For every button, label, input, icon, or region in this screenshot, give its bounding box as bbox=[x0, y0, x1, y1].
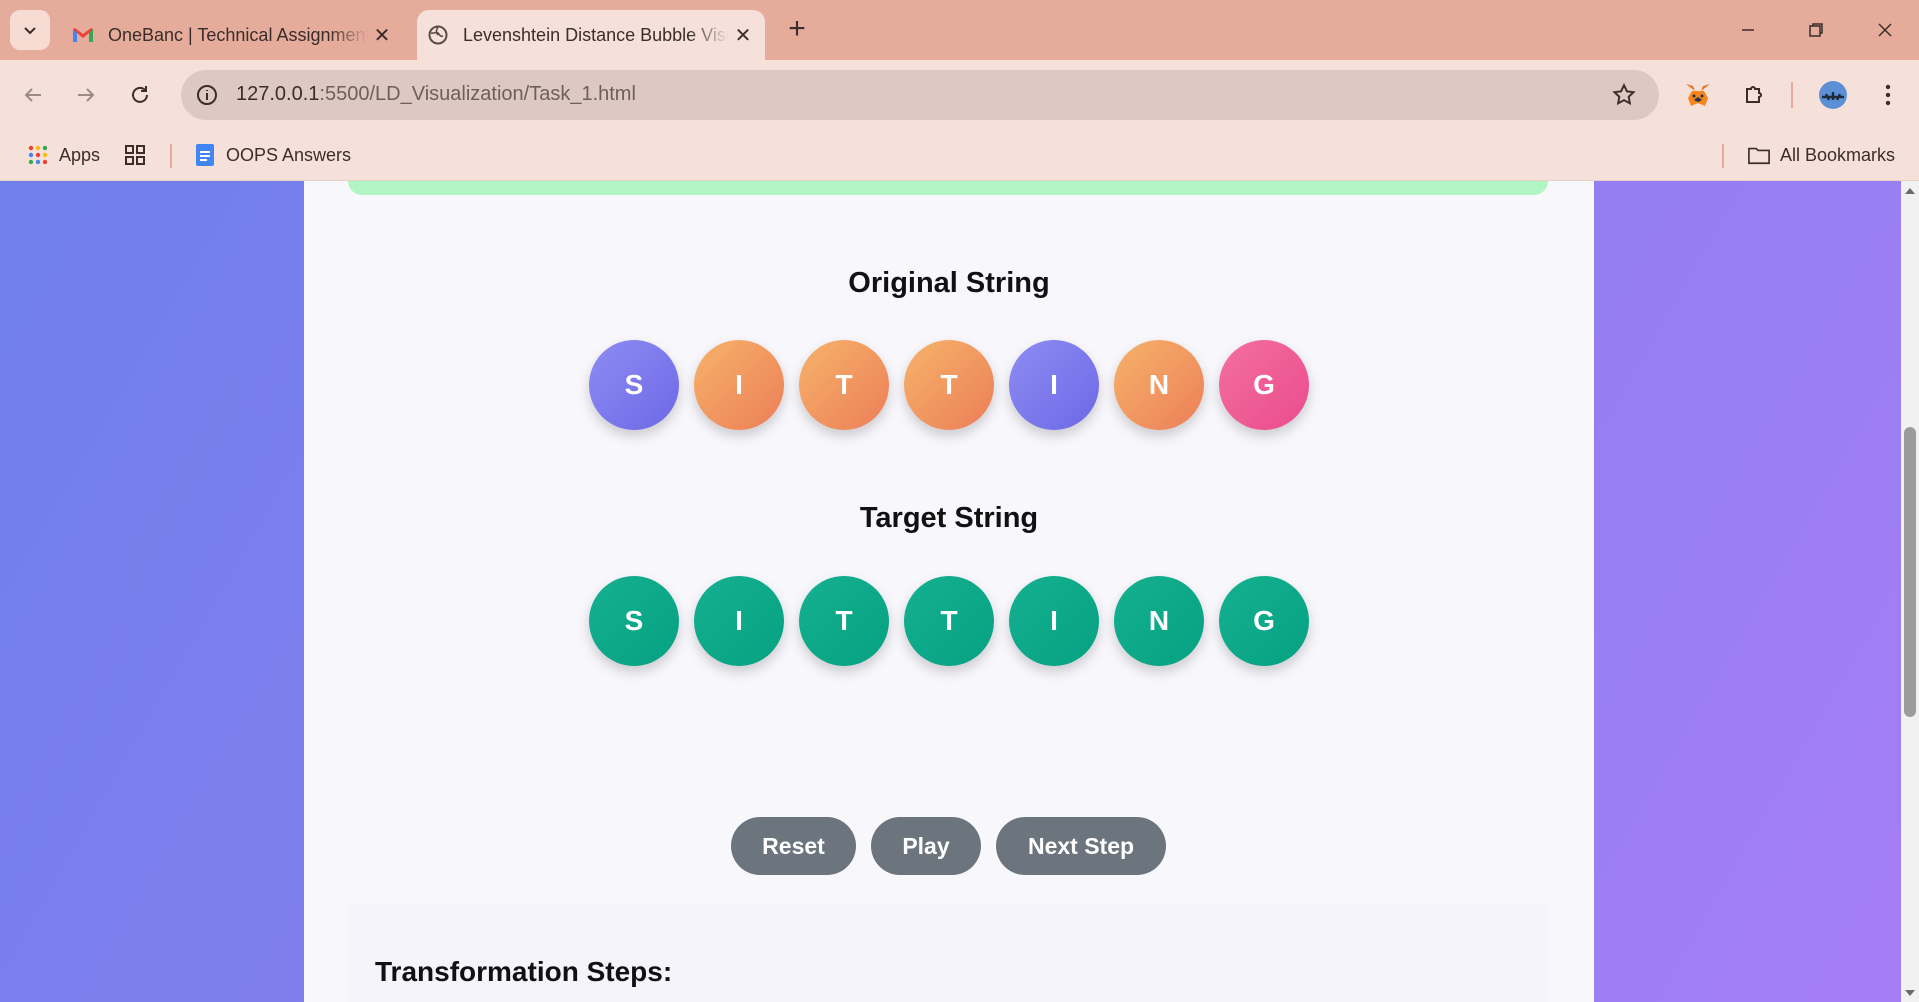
original-bubble: N bbox=[1114, 340, 1204, 430]
chevron-down-icon bbox=[24, 27, 36, 35]
gmail-icon bbox=[72, 24, 94, 46]
folder-icon bbox=[1748, 144, 1770, 166]
extensions-button[interactable] bbox=[1736, 77, 1772, 113]
site-info-icon[interactable] bbox=[195, 83, 219, 107]
docs-icon bbox=[194, 144, 216, 166]
target-bubble: I bbox=[1009, 576, 1099, 666]
original-bubble: T bbox=[904, 340, 994, 430]
tab-onebanc[interactable]: OneBanc | Technical Assignment ✕ bbox=[62, 10, 404, 60]
target-bubble: G bbox=[1219, 576, 1309, 666]
bookmark-label: All Bookmarks bbox=[1780, 144, 1896, 165]
puzzle-icon bbox=[1746, 86, 1762, 103]
bookmarks-bar: Apps OOPS Answers All Bookmarks bbox=[0, 130, 1919, 181]
play-button[interactable]: Play bbox=[871, 817, 981, 875]
reload-icon bbox=[132, 86, 148, 103]
arrow-left-icon bbox=[24, 88, 41, 102]
all-bookmarks[interactable]: All Bookmarks bbox=[1748, 140, 1895, 170]
bookmarks-divider bbox=[1722, 144, 1724, 168]
apps-grid-icon bbox=[27, 144, 49, 166]
next-step-button[interactable]: Next Step bbox=[996, 817, 1166, 875]
original-bubble: I bbox=[694, 340, 784, 430]
browser-menu-button[interactable] bbox=[1870, 77, 1906, 113]
bookmark-label: Apps bbox=[59, 144, 101, 165]
grid-icon bbox=[124, 144, 146, 166]
original-bubble: G bbox=[1219, 340, 1309, 430]
target-bubble-row: SITTING bbox=[589, 576, 1309, 666]
minimize-button[interactable] bbox=[1728, 14, 1768, 46]
address-bar[interactable]: 127.0.0.1:5500/LD_Visualization/Task_1.h… bbox=[181, 70, 1659, 120]
fox-icon bbox=[1686, 84, 1710, 106]
bookmark-oops-answers[interactable]: OOPS Answers bbox=[194, 140, 351, 170]
status-banner bbox=[348, 181, 1548, 195]
tab-levenshtein[interactable]: Levenshtein Distance Bubble Visualizatio… bbox=[417, 10, 765, 60]
arrow-right-icon bbox=[78, 88, 95, 102]
target-bubble: I bbox=[694, 576, 784, 666]
bookmark-apps[interactable]: Apps bbox=[27, 140, 100, 170]
scroll-down-icon[interactable] bbox=[1905, 990, 1915, 996]
tab-title: Levenshtein Distance Bubble Visualizatio… bbox=[463, 24, 729, 45]
page-scrollbar[interactable] bbox=[1901, 181, 1919, 1002]
restore-icon bbox=[1809, 23, 1823, 37]
original-bubble: I bbox=[1009, 340, 1099, 430]
original-bubble-row: SITTING bbox=[589, 340, 1309, 430]
toolbar-divider bbox=[1791, 82, 1793, 108]
globe-icon bbox=[427, 24, 449, 46]
forward-button[interactable] bbox=[68, 77, 104, 113]
url-text[interactable]: 127.0.0.1:5500/LD_Visualization/Task_1.h… bbox=[236, 83, 636, 106]
reset-button[interactable]: Reset bbox=[731, 817, 856, 875]
target-bubble: S bbox=[589, 576, 679, 666]
target-bubble: N bbox=[1114, 576, 1204, 666]
tab-search-button[interactable] bbox=[10, 10, 50, 50]
restore-button[interactable] bbox=[1796, 14, 1836, 46]
star-icon[interactable] bbox=[1611, 82, 1637, 108]
metamask-extension[interactable] bbox=[1680, 77, 1716, 113]
tab-title: OneBanc | Technical Assignment bbox=[108, 24, 368, 45]
original-string-title: Original String bbox=[848, 267, 1050, 299]
close-icon bbox=[1878, 23, 1892, 37]
target-bubble: T bbox=[799, 576, 889, 666]
profile-button[interactable] bbox=[1815, 77, 1851, 113]
close-icon[interactable]: ✕ bbox=[729, 23, 757, 48]
new-tab-button[interactable]: + bbox=[781, 14, 813, 46]
original-bubble: S bbox=[589, 340, 679, 430]
controls: Reset Play Next Step bbox=[304, 817, 1594, 875]
close-icon[interactable]: ✕ bbox=[368, 23, 396, 48]
navigation-toolbar: 127.0.0.1:5500/LD_Visualization/Task_1.h… bbox=[0, 60, 1919, 130]
minimize-icon bbox=[1742, 29, 1754, 31]
steps-title: Transformation Steps: bbox=[375, 956, 673, 987]
more-vertical-icon bbox=[1885, 84, 1891, 106]
url-path: :5500/LD_Visualization/Task_1.html bbox=[319, 83, 636, 105]
visualizer-container: Original String SITTING Target String SI… bbox=[304, 181, 1594, 1002]
reload-button[interactable] bbox=[122, 77, 158, 113]
target-bubble: T bbox=[904, 576, 994, 666]
close-window-button[interactable] bbox=[1865, 14, 1905, 46]
scroll-up-icon[interactable] bbox=[1905, 188, 1915, 194]
scroll-thumb[interactable] bbox=[1904, 427, 1916, 717]
tab-strip: OneBanc | Technical Assignment ✕ Levensh… bbox=[0, 0, 1919, 60]
transformation-steps-panel: Transformation Steps: bbox=[348, 905, 1548, 1002]
bookmark-label: OOPS Answers bbox=[226, 144, 352, 165]
tab-groups-button[interactable] bbox=[124, 140, 156, 170]
target-string-title: Target String bbox=[859, 502, 1039, 534]
page-viewport: Original String SITTING Target String SI… bbox=[0, 181, 1901, 1002]
bookmarks-divider bbox=[170, 144, 172, 168]
url-host: 127.0.0.1 bbox=[236, 83, 320, 105]
back-button[interactable] bbox=[15, 77, 51, 113]
original-bubble: T bbox=[799, 340, 889, 430]
avatar bbox=[1819, 81, 1847, 109]
